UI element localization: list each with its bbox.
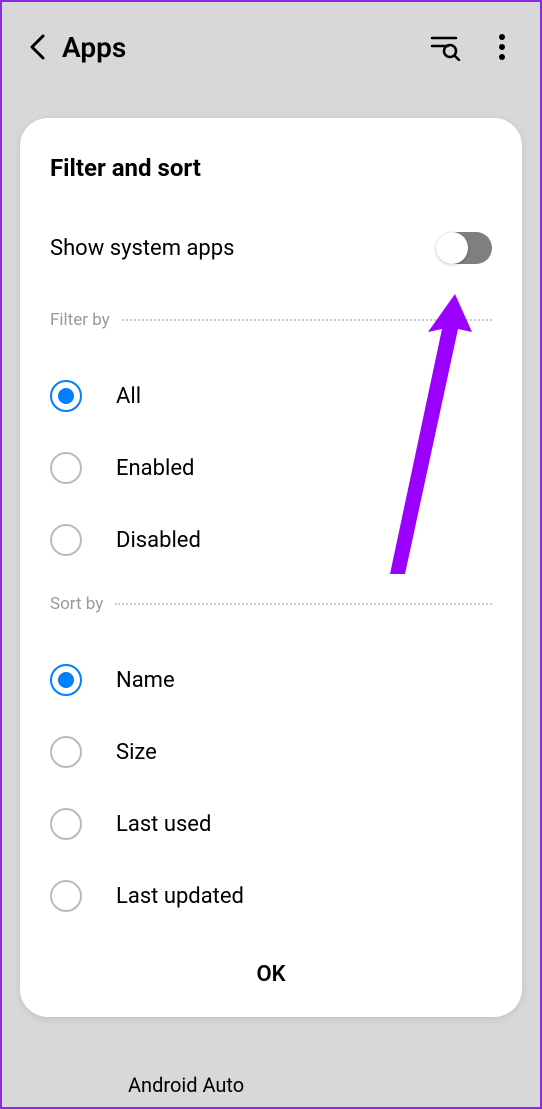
filter-section-header: Filter by (50, 310, 492, 330)
toggle-label: Show system apps (50, 236, 234, 261)
radio-button[interactable] (50, 736, 82, 768)
sort-option-last-used[interactable]: Last used (50, 788, 492, 860)
sort-option-last-updated[interactable]: Last updated (50, 860, 492, 932)
radio-button[interactable] (50, 664, 82, 696)
sort-section-header: Sort by (50, 594, 492, 614)
divider (115, 603, 492, 605)
filter-option-enabled[interactable]: Enabled (50, 432, 492, 504)
radio-label: Size (116, 740, 157, 765)
system-apps-toggle[interactable] (436, 232, 492, 264)
header-actions (428, 29, 520, 65)
radio-button[interactable] (50, 452, 82, 484)
radio-label: Disabled (116, 528, 201, 553)
ok-button[interactable]: OK (50, 932, 492, 1017)
search-filter-button[interactable] (428, 29, 464, 65)
radio-label: Last updated (116, 884, 244, 909)
radio-label: Last used (116, 812, 211, 837)
dialog-title: Filter and sort (50, 154, 492, 182)
system-apps-toggle-row[interactable]: Show system apps (50, 232, 492, 264)
page-title: Apps (62, 31, 428, 64)
filter-sort-dialog: Filter and sort Show system apps Filter … (20, 118, 522, 1017)
radio-label: Name (116, 668, 175, 693)
chevron-left-icon (28, 33, 48, 61)
sort-option-name[interactable]: Name (50, 644, 492, 716)
more-vert-icon (498, 33, 506, 61)
more-options-button[interactable] (484, 29, 520, 65)
radio-button[interactable] (50, 880, 82, 912)
radio-label: All (116, 384, 141, 409)
sort-section-label: Sort by (50, 594, 103, 614)
toggle-knob (436, 232, 468, 264)
filter-section-label: Filter by (50, 310, 110, 330)
filter-option-disabled[interactable]: Disabled (50, 504, 492, 576)
radio-button[interactable] (50, 524, 82, 556)
filter-option-all[interactable]: All (50, 360, 492, 432)
filter-search-icon (430, 33, 462, 61)
radio-button[interactable] (50, 380, 82, 412)
app-header: Apps (2, 2, 540, 92)
sort-option-size[interactable]: Size (50, 716, 492, 788)
background-app-name: Android Auto (128, 1073, 244, 1097)
back-button[interactable] (22, 31, 54, 63)
divider (122, 319, 492, 321)
radio-label: Enabled (116, 456, 194, 481)
radio-button[interactable] (50, 808, 82, 840)
